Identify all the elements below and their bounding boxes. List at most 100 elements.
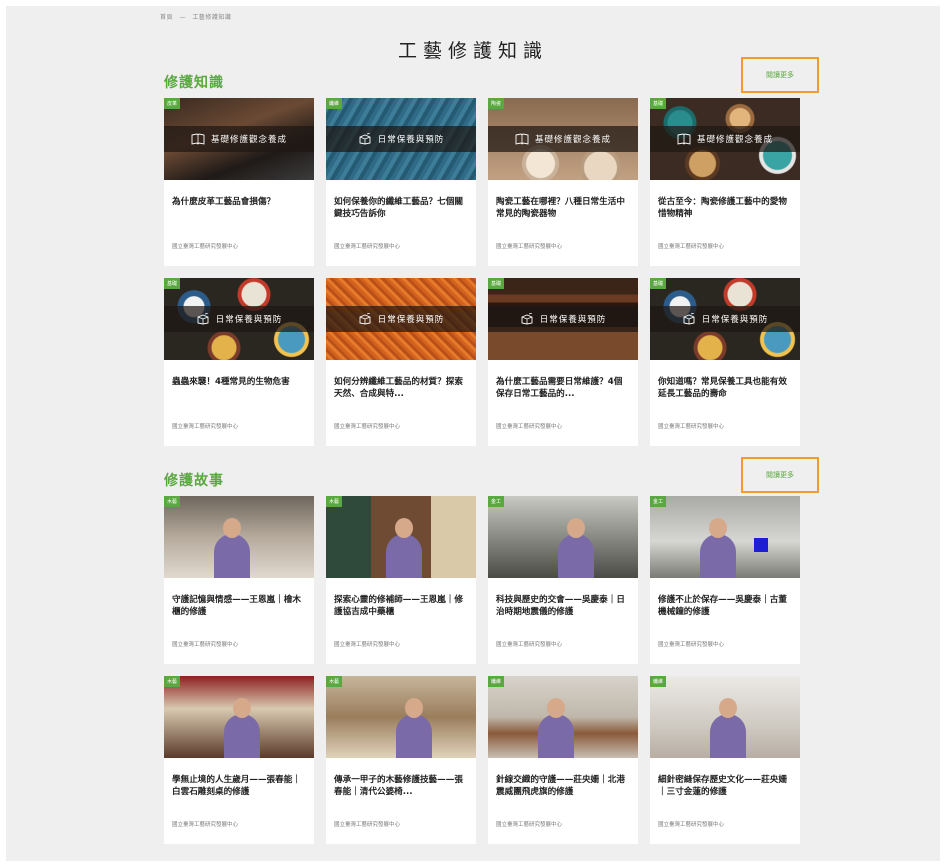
- card-title[interactable]: 針線交織的守護——莊央姍｜北港震威團飛虎旗的修護: [496, 774, 630, 798]
- card-thumbnail: 陶瓷 基礎修護觀念養成: [488, 98, 638, 180]
- knowledge-card[interactable]: 基礎基礎修護觀念養成從古至今：陶瓷修護工藝中的愛物惜物精神國立臺灣工藝研究發展中…: [650, 98, 800, 266]
- topic-band-label: 日常保養與預防: [215, 315, 283, 325]
- category-tag: 纖維: [326, 98, 343, 109]
- story-card[interactable]: 纖維細針密縫保存歷史文化——莊央姍｜三寸金蓮的修護國立臺灣工藝研究發展中心: [650, 676, 800, 844]
- section-title-stories: 修護故事: [164, 473, 224, 489]
- card-title[interactable]: 修護不止於保存——吳慶泰｜古董機械鐘的修護: [658, 594, 792, 618]
- card-thumbnail: 日常保養與預防: [326, 278, 476, 360]
- card-title[interactable]: 傳承一甲子的木藝修護技藝——張春能｜清代公婆椅...: [334, 774, 468, 798]
- card-thumbnail: 金工: [650, 496, 800, 578]
- breadcrumb: 首頁 — 工藝修護知識: [160, 12, 235, 21]
- card-title[interactable]: 為什麼皮革工藝品會損傷？: [172, 196, 306, 208]
- topic-band: 日常保養與預防: [164, 306, 314, 332]
- box-icon: [682, 312, 696, 325]
- box-icon: [358, 132, 372, 145]
- card-thumbnail: 纖維: [650, 676, 800, 758]
- card-title[interactable]: 如何保養你的纖維工藝品？七個關鍵技巧告訴你: [334, 196, 468, 220]
- category-tag: 基礎: [488, 278, 505, 289]
- card-organization: 國立臺灣工藝研究發展中心: [496, 424, 563, 430]
- story-card[interactable]: 金工修護不止於保存——吳慶泰｜古董機械鐘的修護國立臺灣工藝研究發展中心: [650, 496, 800, 664]
- card-title[interactable]: 學無止境的人生歲月——張春能｜白雲石雕刻桌的修護: [172, 774, 306, 798]
- card-organization: 國立臺灣工藝研究發展中心: [172, 642, 239, 648]
- topic-band-label: 基礎修護觀念養成: [534, 135, 611, 145]
- card-title[interactable]: 如何分辨纖維工藝品的材質？探索天然、合成與特...: [334, 376, 468, 400]
- story-card[interactable]: 木藝探索心靈的修補師——王恩嵐｜修護協吉成中藥櫃國立臺灣工藝研究發展中心: [326, 496, 476, 664]
- topic-band-label: 日常保養與預防: [701, 315, 769, 325]
- story-card[interactable]: 纖維針線交織的守護——莊央姍｜北港震威團飛虎旗的修護國立臺灣工藝研究發展中心: [488, 676, 638, 844]
- category-tag: 金工: [488, 496, 505, 507]
- read-more-stories-link[interactable]: 閱讀更多: [766, 470, 794, 480]
- card-title[interactable]: 為什麼工藝品需要日常維護？4個保存日常工藝品的...: [496, 376, 630, 400]
- story-card[interactable]: 木藝 傳承一甲子的木藝修護技藝——張春能｜清代公婆椅... 國立臺灣工藝研究發展中心: [326, 676, 476, 844]
- card-thumbnail: 木藝: [164, 676, 314, 758]
- card-title[interactable]: 探索心靈的修補師——王恩嵐｜修護協吉成中藥櫃: [334, 594, 468, 618]
- craftsperson-figure: [224, 698, 260, 758]
- card-title[interactable]: 從古至今：陶瓷修護工藝中的愛物惜物精神: [658, 196, 792, 220]
- craftsperson-figure: [396, 698, 432, 758]
- knowledge-card[interactable]: 纖維日常保養與預防如何保養你的纖維工藝品？七個關鍵技巧告訴你國立臺灣工藝研究發展…: [326, 98, 476, 266]
- category-tag: 木藝: [326, 496, 343, 507]
- card-thumbnail: 皮革基礎修護觀念養成: [164, 98, 314, 180]
- card-organization: 國立臺灣工藝研究發展中心: [334, 642, 401, 648]
- knowledge-card[interactable]: 基礎 日常保養與預防你知道嗎？常見保養工具也能有效延長工藝品的壽命國立臺灣工藝研究…: [650, 278, 800, 446]
- topic-band-label: 基礎修護觀念養成: [696, 135, 773, 145]
- topic-band-label: 日常保養與預防: [377, 315, 445, 325]
- category-tag: 基礎: [650, 98, 667, 109]
- story-card[interactable]: 金工科技與歷史的交會——吳慶泰｜日治時期地震儀的修護國立臺灣工藝研究發展中心: [488, 496, 638, 664]
- box-icon: [196, 312, 210, 325]
- topic-band: 基礎修護觀念養成: [164, 126, 314, 152]
- card-organization: 國立臺灣工藝研究發展中心: [496, 822, 563, 828]
- blue-marker: [754, 538, 768, 552]
- topic-band-label: 日常保養與預防: [539, 315, 607, 325]
- craftsperson-figure: [700, 518, 736, 578]
- read-more-highlight: 閱讀更多: [741, 457, 819, 493]
- book-icon: [191, 133, 205, 145]
- card-organization: 國立臺灣工藝研究發展中心: [172, 244, 239, 250]
- card-title[interactable]: 守護記憶與情感——王恩嵐｜檜木櫃的修護: [172, 594, 306, 618]
- card-thumbnail: 纖維: [488, 676, 638, 758]
- card-organization: 國立臺灣工藝研究發展中心: [334, 424, 401, 430]
- topic-band: 日常保養與預防: [326, 306, 476, 332]
- card-organization: 國立臺灣工藝研究發展中心: [496, 642, 563, 648]
- card-thumbnail: 基礎基礎修護觀念養成: [650, 98, 800, 180]
- craftsperson-figure: [558, 518, 594, 578]
- read-more-knowledge-link[interactable]: 閱讀更多: [766, 70, 794, 80]
- category-tag: 皮革: [164, 98, 181, 109]
- card-organization: 國立臺灣工藝研究發展中心: [334, 244, 401, 250]
- card-organization: 國立臺灣工藝研究發展中心: [658, 822, 725, 828]
- stories-grid: 木藝 守護記憶與情感——王恩嵐｜檜木櫃的修護 國立臺灣工藝研究發展中心 木藝 探索心靈的…: [164, 496, 800, 844]
- topic-band-label: 日常保養與預防: [377, 135, 445, 145]
- craftsperson-figure: [710, 698, 746, 758]
- box-icon: [520, 312, 534, 325]
- craftsperson-figure: [538, 698, 574, 758]
- breadcrumb-home[interactable]: 首頁: [160, 14, 173, 21]
- breadcrumb-separator: —: [179, 14, 186, 21]
- card-title[interactable]: 細針密縫保存歷史文化——莊央姍｜三寸金蓮的修護: [658, 774, 792, 798]
- category-tag: 金工: [650, 496, 667, 507]
- topic-band: 日常保養與預防: [326, 126, 476, 152]
- card-title[interactable]: 蟲蟲來襲！4種常見的生物危害: [172, 376, 306, 388]
- card-organization: 國立臺灣工藝研究發展中心: [658, 244, 725, 250]
- knowledge-card[interactable]: 皮革基礎修護觀念養成為什麼皮革工藝品會損傷？ 國立臺灣工藝研究發展中心: [164, 98, 314, 266]
- category-tag: 纖維: [488, 676, 505, 687]
- story-card[interactable]: 木藝學無止境的人生歲月——張春能｜白雲石雕刻桌的修護國立臺灣工藝研究發展中心: [164, 676, 314, 844]
- knowledge-card[interactable]: 陶瓷 基礎修護觀念養成 陶瓷工藝在哪裡？八種日常生活中常見的陶瓷器物 國立臺灣工藝研究…: [488, 98, 638, 266]
- card-organization: 國立臺灣工藝研究發展中心: [172, 822, 239, 828]
- knowledge-card[interactable]: 基礎日常保養與預防為什麼工藝品需要日常維護？4個保存日常工藝品的... 國立臺灣工…: [488, 278, 638, 446]
- card-title[interactable]: 科技與歷史的交會——吳慶泰｜日治時期地震儀的修護: [496, 594, 630, 618]
- card-title[interactable]: 陶瓷工藝在哪裡？八種日常生活中常見的陶瓷器物: [496, 196, 630, 220]
- story-card[interactable]: 木藝 守護記憶與情感——王恩嵐｜檜木櫃的修護 國立臺灣工藝研究發展中心: [164, 496, 314, 664]
- card-organization: 國立臺灣工藝研究發展中心: [172, 424, 239, 430]
- card-thumbnail: 金工: [488, 496, 638, 578]
- knowledge-card[interactable]: 日常保養與預防如何分辨纖維工藝品的材質？探索天然、合成與特... 國立臺灣工藝研究…: [326, 278, 476, 446]
- category-tag: 木藝: [326, 676, 343, 687]
- card-organization: 國立臺灣工藝研究發展中心: [658, 642, 725, 648]
- category-tag: 纖維: [650, 676, 667, 687]
- card-title[interactable]: 你知道嗎？常見保養工具也能有效延長工藝品的壽命: [658, 376, 792, 400]
- craftsperson-figure: [386, 518, 422, 578]
- book-icon: [515, 133, 529, 145]
- card-organization: 國立臺灣工藝研究發展中心: [658, 424, 725, 430]
- card-thumbnail: 基礎 日常保養與預防: [650, 278, 800, 360]
- knowledge-card[interactable]: 基礎 日常保養與預防 蟲蟲來襲！4種常見的生物危害 國立臺灣工藝研究發展中心: [164, 278, 314, 446]
- craftsperson-figure: [214, 518, 250, 578]
